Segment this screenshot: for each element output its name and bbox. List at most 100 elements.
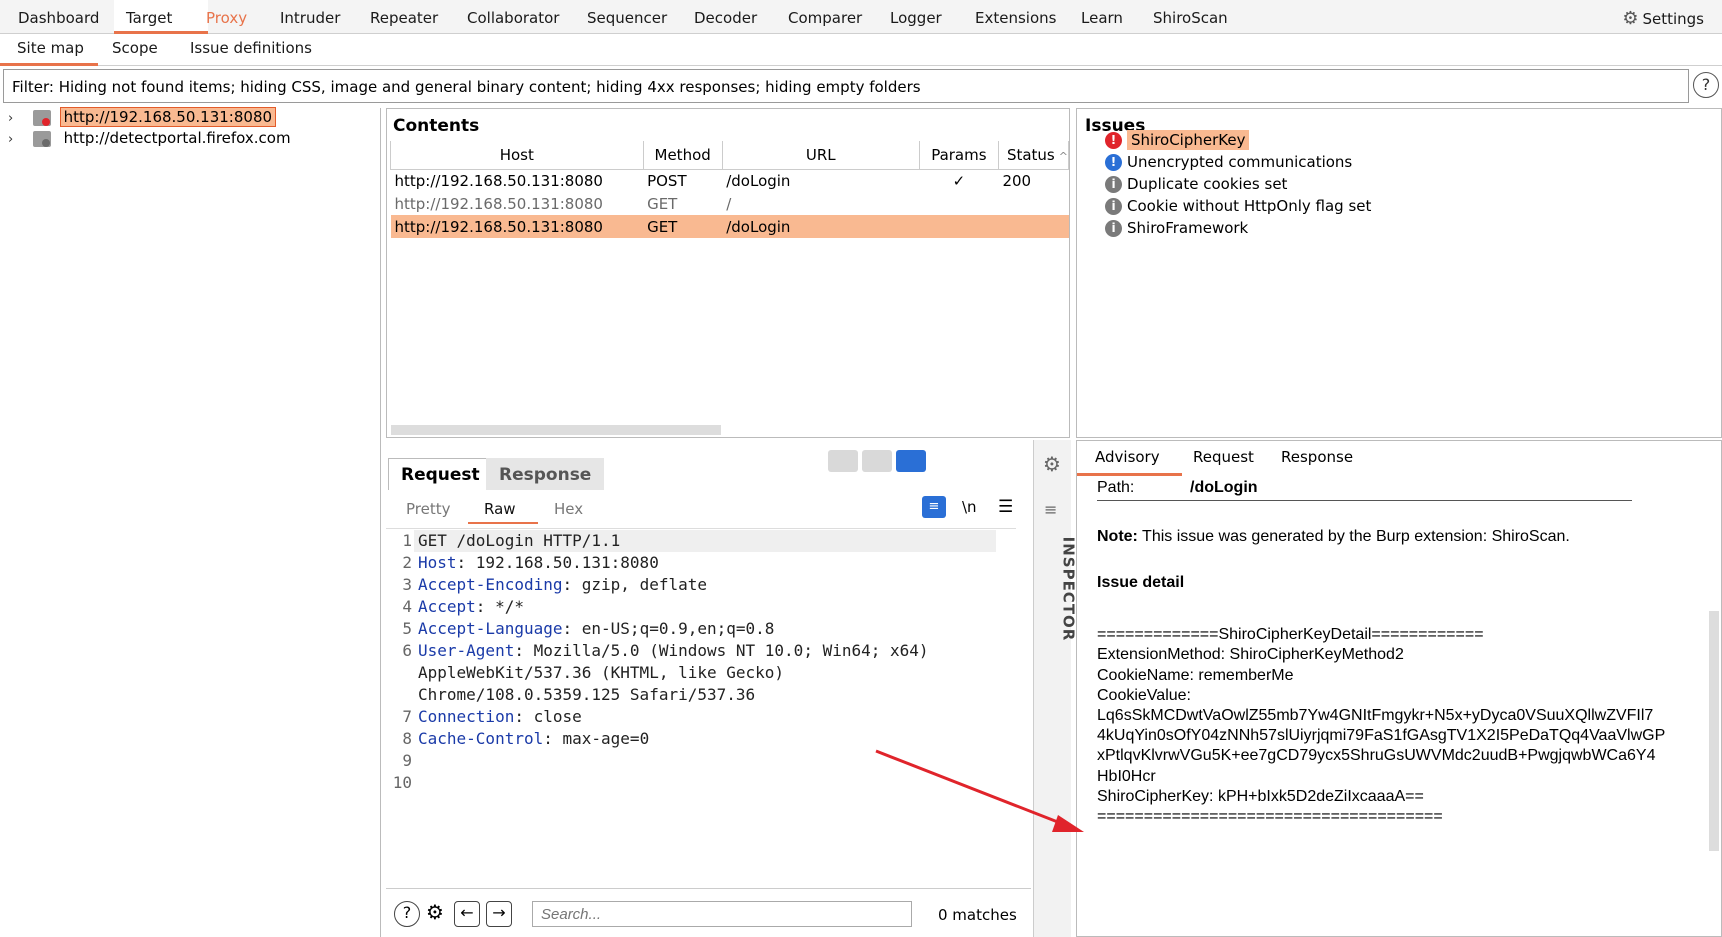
gear-icon[interactable]: ⚙: [1043, 452, 1061, 476]
column-header-params[interactable]: Params: [918, 141, 999, 170]
settings-label: Settings: [1642, 9, 1704, 28]
tab-repeater[interactable]: Repeater: [370, 9, 438, 27]
chevron-right-icon[interactable]: ›: [8, 111, 22, 126]
column-header-url[interactable]: URL: [721, 141, 920, 170]
tab-decoder[interactable]: Decoder: [694, 9, 757, 27]
menu-icon[interactable]: ☰: [998, 497, 1013, 517]
tab-sequencer[interactable]: Sequencer: [587, 9, 667, 27]
burp-window: Dashboard Target Proxy Intruder Repeater…: [0, 0, 1722, 937]
info-icon: i: [1105, 176, 1122, 193]
detail-line: =====================================: [1097, 808, 1443, 825]
table-row-selected[interactable]: http://192.168.50.131:8080 GET /doLogin: [390, 215, 1069, 238]
tab-learn[interactable]: Learn: [1081, 9, 1123, 27]
cell-status: 200: [1002, 171, 1032, 190]
tab-proxy[interactable]: Proxy: [206, 9, 247, 27]
cell-method: GET: [643, 215, 723, 238]
header-name: Accept-Encoding: [418, 575, 563, 594]
gear-icon[interactable]: ⚙: [422, 901, 448, 927]
inspector-layout-icon[interactable]: ≡: [1044, 500, 1057, 519]
header-value: : 192.168.50.131:8080: [456, 553, 659, 572]
column-header-host[interactable]: Host: [390, 141, 644, 170]
status-dot-icon: [41, 117, 50, 126]
tab-shiroscan[interactable]: ShiroScan: [1153, 9, 1228, 27]
subtab-pretty[interactable]: Pretty: [406, 500, 451, 518]
tab-intruder[interactable]: Intruder: [280, 9, 340, 27]
horizontal-scrollbar[interactable]: [391, 425, 721, 435]
line-number: 10: [392, 773, 412, 792]
inspector-sidebar[interactable]: ⚙ ≡ INSPECTOR: [1033, 440, 1077, 937]
vertical-scrollbar[interactable]: [1709, 611, 1719, 851]
cell-method: POST: [647, 171, 687, 190]
search-footer: ? ⚙ ← → 0 matches: [386, 888, 1031, 937]
column-header-method[interactable]: Method: [642, 141, 723, 170]
cell-url: /doLogin: [722, 215, 920, 238]
code-line: Accept-Encoding: gzip, deflate: [418, 575, 707, 594]
tab-response[interactable]: Response: [486, 458, 605, 490]
single-view-icon[interactable]: [896, 450, 926, 472]
issue-label: Duplicate cookies set: [1127, 175, 1288, 193]
cipher-key-line: ShiroCipherKey: kPH+bIxk5D2deZiIxcaaaA==: [1097, 788, 1424, 805]
tab-collaborator[interactable]: Collaborator: [467, 9, 559, 27]
subtab-hex[interactable]: Hex: [554, 500, 583, 518]
line-number: 3: [402, 575, 412, 594]
raw-request-editor[interactable]: 1 GET /doLogin HTTP/1.1 2 Host: 192.168.…: [386, 528, 1016, 888]
tree-item-host-2[interactable]: › http://detectportal.firefox.com: [8, 129, 291, 151]
forward-arrow-icon[interactable]: →: [486, 901, 512, 927]
tab-logger[interactable]: Logger: [890, 9, 942, 27]
tab-dashboard[interactable]: Dashboard: [18, 9, 99, 27]
tab-request[interactable]: Request: [388, 458, 493, 490]
header-name: Accept-Language: [418, 619, 563, 638]
issue-item-duplicate-cookies[interactable]: i Duplicate cookies set: [1105, 175, 1287, 197]
help-icon[interactable]: ?: [394, 901, 420, 927]
tab-target[interactable]: Target: [126, 9, 172, 27]
tab-advisory-request[interactable]: Request: [1193, 448, 1254, 466]
header-name: Accept: [418, 597, 476, 616]
detail-line: Lq6sSkMCDwtVaOwlZ55mb7Yw4GNItFmgykr+N5x+…: [1097, 707, 1654, 724]
settings-button[interactable]: ⚙ Settings: [1622, 8, 1704, 29]
search-input[interactable]: [532, 901, 912, 927]
detail-line: CookieValue:: [1097, 687, 1191, 704]
tab-scope[interactable]: Scope: [112, 39, 158, 57]
table-row[interactable]: http://192.168.50.131:8080 POST /doLogin…: [391, 169, 1069, 192]
header-value: : Mozilla/5.0 (Windows NT 10.0; Win64; x…: [514, 641, 929, 660]
issue-label: ShiroFramework: [1127, 219, 1249, 237]
tab-advisory[interactable]: Advisory: [1095, 448, 1160, 466]
high-severity-icon: !: [1105, 132, 1122, 149]
table-row[interactable]: http://192.168.50.131:8080 GET /: [391, 192, 1069, 215]
issue-item-shiroframework[interactable]: i ShiroFramework: [1105, 219, 1248, 241]
tree-item-host-1[interactable]: › http://192.168.50.131:8080: [8, 107, 277, 130]
line-number: 2: [402, 553, 412, 572]
word-wrap-icon[interactable]: ≡: [922, 496, 946, 518]
advisory-content: Path: /doLogin Note: This issue was gene…: [1087, 479, 1693, 929]
cell-params: [919, 215, 999, 238]
line-number: 4: [402, 597, 412, 616]
note-text: This issue was generated by the Burp ext…: [1142, 528, 1570, 545]
issue-item-httponly[interactable]: i Cookie without HttpOnly flag set: [1105, 197, 1371, 219]
tab-issue-definitions[interactable]: Issue definitions: [190, 39, 312, 57]
filter-bar[interactable]: Filter: Hiding not found items; hiding C…: [3, 69, 1689, 103]
inspector-label[interactable]: INSPECTOR: [1059, 537, 1077, 642]
show-newlines-button[interactable]: \n: [962, 498, 977, 516]
code-line: Host: 192.168.50.131:8080: [418, 553, 659, 572]
help-icon[interactable]: ?: [1693, 72, 1719, 98]
chevron-right-icon[interactable]: ›: [8, 132, 22, 147]
split-vertical-icon[interactable]: [862, 450, 892, 472]
code-line-continued: Chrome/108.0.5359.125 Safari/537.36: [418, 685, 756, 704]
column-header-status-label: Status: [1006, 145, 1055, 164]
column-header-status[interactable]: Status ^: [997, 141, 1070, 170]
split-horizontal-icon[interactable]: [828, 450, 858, 472]
code-line: Accept: */*: [418, 597, 524, 616]
tab-extensions[interactable]: Extensions: [975, 9, 1056, 27]
status-dot-icon: [41, 138, 50, 147]
detail-line: HbI0Hcr: [1097, 768, 1156, 785]
issue-item-shirocipherkey[interactable]: ! ShiroCipherKey: [1105, 130, 1250, 153]
tab-advisory-response[interactable]: Response: [1281, 448, 1353, 466]
tab-site-map[interactable]: Site map: [17, 39, 84, 57]
cell-host: http://192.168.50.131:8080: [390, 215, 644, 238]
cell-url: /doLogin: [726, 171, 791, 190]
back-arrow-icon[interactable]: ←: [454, 901, 480, 927]
issue-detail-heading: Issue detail: [1097, 574, 1185, 591]
tab-comparer[interactable]: Comparer: [788, 9, 862, 27]
subtab-raw[interactable]: Raw: [484, 500, 516, 518]
issue-item-unencrypted[interactable]: ! Unencrypted communications: [1105, 153, 1352, 175]
